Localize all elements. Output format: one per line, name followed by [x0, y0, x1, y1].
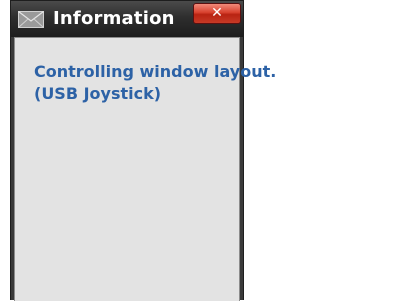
message-line-2: (USB Joystick)	[34, 84, 162, 103]
close-button[interactable]: ✕	[193, 3, 241, 24]
information-dialog: Information ✕	[10, 0, 244, 301]
close-icon: ✕	[211, 5, 223, 21]
message-line-1: Controlling window layout.	[34, 62, 277, 81]
dialog-title: Information	[53, 8, 175, 29]
envelope-icon	[18, 11, 44, 28]
dialog-message: Controlling window layout. (USB Joystick…	[34, 61, 277, 105]
title-bar[interactable]: Information ✕	[11, 1, 243, 37]
